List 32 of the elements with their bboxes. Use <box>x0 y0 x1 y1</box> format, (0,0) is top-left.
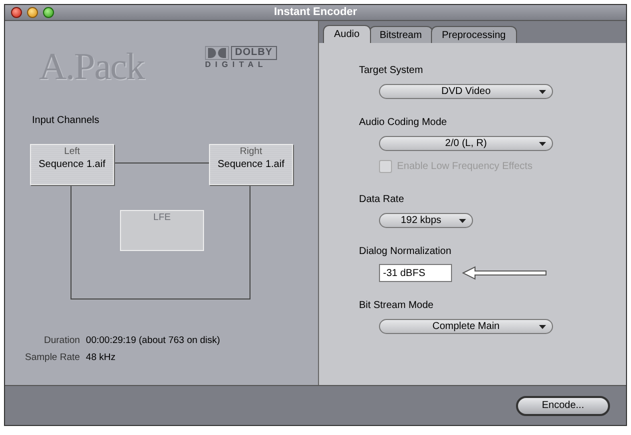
caret-icon <box>539 142 546 146</box>
channel-slot[interactable]: Left Sequence 1.aif <box>30 144 114 185</box>
window-title: Instant Encoder <box>274 5 358 20</box>
field-label: Dialog Normalization <box>359 245 452 259</box>
zoom-button[interactable] <box>43 7 54 18</box>
caret-icon <box>539 325 546 329</box>
tab[interactable]: Preprocessing <box>430 26 517 43</box>
encode-button[interactable]: Encode... <box>516 396 610 416</box>
input-field[interactable]: -31 dBFS <box>379 264 452 282</box>
section-label: Input Channels <box>32 114 100 128</box>
field-label: Data Rate <box>359 193 406 207</box>
dropdown[interactable]: Complete Main <box>379 319 553 334</box>
double-d-icon <box>205 46 229 60</box>
tab[interactable]: Audio <box>323 25 371 43</box>
info-label: Duration <box>43 334 80 348</box>
dropdown[interactable]: DVD Video <box>379 84 553 99</box>
tab[interactable]: Bitstream <box>368 26 433 43</box>
info-value: 00:00:29:19 (about 763 on disk) <box>86 334 220 348</box>
minimize-button[interactable] <box>27 7 38 18</box>
dropdown[interactable]: 2/0 (L, R) <box>379 136 553 151</box>
close-button[interactable] <box>11 7 22 18</box>
dropdown[interactable]: 192 kbps <box>379 213 473 228</box>
field-label: Bit Stream Mode <box>359 299 434 313</box>
caret-icon <box>459 219 466 223</box>
channel-slot: LFE <box>120 210 204 251</box>
channel-slot[interactable]: Right Sequence 1.aif <box>209 144 293 185</box>
field-label: Audio Coding Mode <box>359 116 448 130</box>
field-label: Target System <box>359 64 424 78</box>
info-label: Sample Rate <box>25 351 80 366</box>
info-value: 48 kHz <box>86 351 116 366</box>
caret-icon <box>539 90 546 94</box>
dolby-logo: DOLBY DIGITAL <box>205 46 276 70</box>
